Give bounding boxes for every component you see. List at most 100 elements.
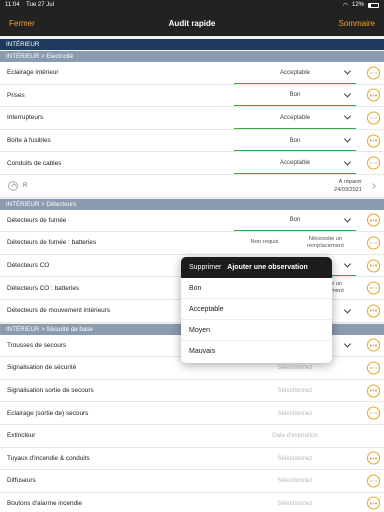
more-options-icon[interactable]: [367, 338, 380, 352]
more-options-icon[interactable]: [367, 88, 380, 102]
wifi-icon: ◠: [342, 2, 348, 9]
more-options-icon[interactable]: [367, 66, 380, 80]
rating-value: Acceptable: [279, 159, 311, 167]
chevron-down-icon: [343, 158, 352, 166]
more-options-icon[interactable]: [367, 259, 380, 273]
chevron-down-icon: [343, 306, 352, 314]
observation-label: R: [23, 182, 28, 189]
more-options-icon[interactable]: [367, 361, 380, 375]
row-label: Signalisation sortie de secours: [7, 387, 94, 395]
add-observation-button[interactable]: Ajouter une observation: [227, 264, 308, 271]
nav-bar: Fermer Audit rapide Sommaire: [0, 10, 384, 36]
rating-select[interactable]: Acceptable: [234, 62, 356, 84]
rating-value: Bon: [289, 216, 301, 224]
expiry-date-placeholder: Date d'expiration: [272, 432, 318, 440]
top-bar: 11:04 Tue 27 Jul ◠ 12% Fermer Audit rapi…: [0, 0, 384, 36]
rating-select[interactable]: Sélectionnez: [234, 470, 356, 492]
more-options-icon[interactable]: [367, 281, 380, 295]
observation-row[interactable]: R À réparer 24/03/2021: [0, 174, 384, 198]
delete-button[interactable]: Supprimer: [189, 264, 221, 271]
status-time: 11:04: [5, 2, 20, 8]
audit-row: Boîte à fusibles Bon: [0, 129, 384, 153]
row-label: Tuyaux d'incendie & conduits: [7, 454, 90, 462]
expiry-date-field[interactable]: Date d'expiration: [234, 425, 356, 447]
more-options-icon[interactable]: [367, 496, 380, 510]
row-label: Conduits de cables: [7, 159, 62, 167]
chevron-down-icon: [343, 260, 352, 268]
battery-percent: 12%: [351, 2, 364, 8]
rating-value: Bon: [289, 136, 301, 144]
subsection-header-electricite: INTÉRIEUR > Electricité: [0, 51, 384, 62]
chevron-down-icon: [343, 112, 352, 121]
chevron-down-icon: [343, 90, 352, 98]
audit-row: Interrupteurs Acceptable: [0, 107, 384, 130]
more-options-icon[interactable]: [367, 213, 380, 227]
more-options-icon[interactable]: [367, 451, 380, 465]
row-label: Eclairage intérieur: [7, 69, 59, 77]
chevron-down-icon: [343, 67, 352, 75]
rating-select[interactable]: Bon: [234, 210, 356, 232]
audit-row: Prises Bon: [0, 84, 384, 108]
more-options-icon[interactable]: [367, 474, 380, 488]
audit-row: Détecteurs de fumée : batteries Non requ…: [0, 232, 384, 255]
repair-date: 24/03/2021: [334, 186, 362, 193]
rating-select[interactable]: Sélectionnez: [234, 448, 356, 470]
row-label: Prises: [7, 91, 25, 99]
chevron-right-icon: [370, 182, 376, 189]
more-options-icon[interactable]: [367, 406, 380, 420]
option-needs-replacement[interactable]: Nécessite un remplacement: [295, 232, 356, 254]
more-options-icon[interactable]: [367, 111, 380, 125]
option-not-required[interactable]: Non requis: [234, 232, 295, 254]
row-label: Extincteur: [7, 432, 36, 440]
battery-icon: [368, 2, 379, 8]
rating-placeholder: Sélectionnez: [277, 499, 313, 507]
rating-select[interactable]: Sélectionnez: [234, 402, 356, 424]
rating-placeholder: Sélectionnez: [277, 409, 313, 417]
chevron-down-icon: [343, 215, 352, 223]
more-options-icon[interactable]: [367, 134, 380, 148]
popover-option-bon[interactable]: Bon: [181, 278, 332, 299]
rating-value: Bon: [289, 91, 301, 99]
audit-row: Eclairage intérieur Acceptable: [0, 62, 384, 85]
more-options-icon[interactable]: [367, 304, 380, 318]
popover-header: Supprimer Ajouter une observation: [181, 257, 332, 278]
audit-row: Conduits de cables Acceptable: [0, 152, 384, 175]
rating-select[interactable]: Sélectionnez: [234, 380, 356, 402]
rating-select[interactable]: Bon: [234, 85, 356, 107]
row-label: Eclairage (sortie de) secours: [7, 409, 89, 417]
row-label: Interrupteurs: [7, 114, 44, 122]
audit-row: Détecteurs de fumée Bon: [0, 209, 384, 233]
row-label: Boîte à fusibles: [7, 137, 51, 145]
popover-option-acceptable[interactable]: Acceptable: [181, 299, 332, 320]
row-label: Détecteurs de fumée: [7, 216, 67, 224]
chevron-down-icon: [343, 135, 352, 143]
rating-select[interactable]: Sélectionnez: [234, 493, 356, 512]
rating-placeholder: Sélectionnez: [277, 477, 313, 485]
close-button[interactable]: Fermer: [9, 19, 35, 28]
audit-row: Extincteur Date d'expiration: [0, 424, 384, 448]
audit-row: Eclairage (sortie de) secours Sélectionn…: [0, 402, 384, 425]
more-options-icon[interactable]: [367, 384, 380, 398]
row-label: Diffuseurs: [7, 477, 36, 485]
rating-popover: Supprimer Ajouter une observation Bon Ac…: [181, 257, 332, 363]
audit-row: Diffuseurs Sélectionnez: [0, 470, 384, 493]
choice-group: Non requis Nécessite un remplacement: [234, 232, 356, 254]
popover-option-moyen[interactable]: Moyen: [181, 320, 332, 341]
status-bar: 11:04 Tue 27 Jul ◠ 12%: [0, 0, 384, 10]
rating-select[interactable]: Acceptable: [234, 152, 356, 174]
rating-select[interactable]: Bon: [234, 130, 356, 152]
section-header-interieur: INTÉRIEUR: [0, 39, 384, 50]
row-label: Signalisation de sécurité: [7, 364, 77, 372]
rating-select[interactable]: Acceptable: [234, 107, 356, 129]
rating-placeholder: Sélectionnez: [277, 454, 313, 462]
page-title: Audit rapide: [168, 18, 216, 28]
arrow-up-circle-icon: [8, 180, 18, 191]
popover-option-mauvais[interactable]: Mauvais: [181, 341, 332, 362]
audit-row: Boutons d'alarme incendie Sélectionnez: [0, 492, 384, 512]
repair-status: À réparer 24/03/2021: [334, 179, 362, 194]
chevron-down-icon: [343, 340, 352, 348]
more-options-icon[interactable]: [367, 156, 380, 170]
summary-button[interactable]: Sommaire: [339, 19, 375, 28]
more-options-icon[interactable]: [367, 236, 380, 250]
rating-placeholder: Sélectionnez: [277, 364, 313, 372]
